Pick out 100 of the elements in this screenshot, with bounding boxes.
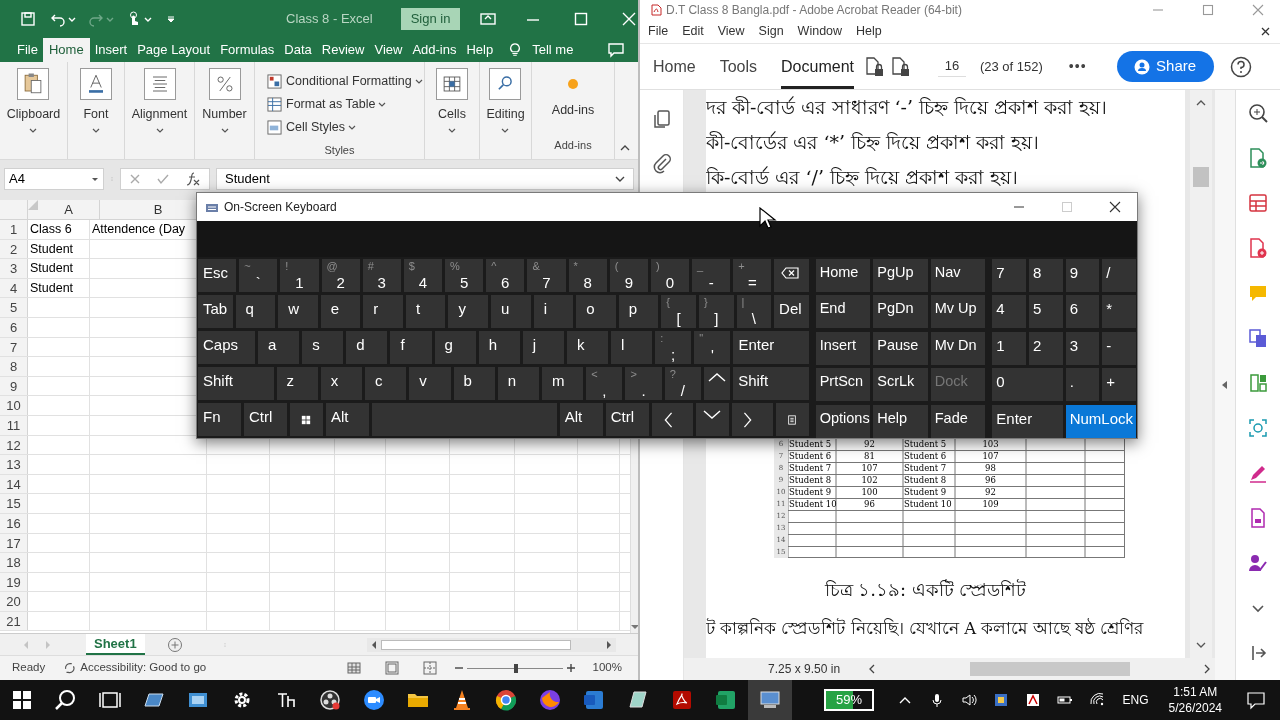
ribbon-tab[interactable]: Formulas: [215, 38, 280, 62]
keyboard-key[interactable]: 2: [1029, 331, 1063, 365]
keyboard-key[interactable]: ~ `: [239, 259, 278, 292]
keyboard-key[interactable]: w: [278, 295, 318, 328]
ribbon-menu-button[interactable]: Conditional Formatting: [267, 70, 423, 93]
keyboard-key[interactable]: 1: [992, 331, 1026, 365]
ribbon-tab[interactable]: Home: [42, 38, 90, 62]
more-button[interactable]: •••: [1068, 56, 1087, 77]
column-header[interactable]: A: [38, 200, 100, 219]
keyboard-key[interactable]: +: [1102, 368, 1136, 402]
ribbon-button[interactable]: Number: [202, 68, 247, 134]
ribbon-tab[interactable]: Insert: [89, 38, 133, 62]
keyboard-key[interactable]: 5: [1029, 295, 1063, 329]
row-header[interactable]: 5: [0, 298, 28, 317]
keyboard-key[interactable]: Esc: [198, 259, 237, 292]
keyboard-key[interactable]: 3: [1065, 331, 1100, 365]
row-header[interactable]: 3: [0, 259, 28, 278]
keyboard-key[interactable]: l: [611, 331, 653, 364]
keyboard-key[interactable]: b: [453, 367, 495, 400]
language-indicator[interactable]: ENG: [1122, 691, 1149, 709]
keyboard-key[interactable]: | \: [736, 295, 772, 328]
formula-field[interactable]: Student: [216, 168, 634, 190]
keyboard-key[interactable]: ScrLk: [873, 368, 928, 402]
row-header[interactable]: 13: [0, 455, 28, 474]
tell-me-button[interactable]: Tell me: [530, 38, 576, 62]
keyboard-key[interactable]: g: [434, 331, 476, 364]
keyboard-key[interactable]: p: [618, 295, 659, 328]
keyboard-key[interactable]: End: [815, 295, 871, 329]
menu-item[interactable]: Help: [856, 22, 882, 41]
keyboard-key[interactable]: PrtScn: [815, 368, 871, 402]
ribbon-button[interactable]: Clipboard: [6, 68, 61, 134]
keyboard-key[interactable]: o: [576, 295, 616, 328]
app-tab[interactable]: Home: [653, 44, 696, 89]
keyboard-key[interactable]: n: [497, 367, 539, 400]
keyboard-key[interactable]: u: [491, 295, 531, 328]
app-tab[interactable]: Tools: [719, 44, 758, 89]
keyboard-key[interactable]: Del: [774, 295, 809, 328]
row-header[interactable]: 18: [0, 553, 28, 572]
keyboard-key[interactable]: e: [320, 295, 361, 328]
keyboard-key[interactable]: s: [302, 331, 344, 364]
page-number-field[interactable]: 16: [937, 56, 966, 77]
keyboard-key[interactable]: z: [276, 367, 318, 400]
keyboard-key[interactable]: # 3: [362, 259, 401, 292]
keyboard-key[interactable]: " ': [694, 331, 731, 364]
keyboard-key[interactable]: c: [365, 367, 407, 400]
keyboard-key[interactable]: Alt: [559, 403, 603, 436]
keyboard-key[interactable]: Caps: [198, 331, 255, 364]
keyboard-key[interactable]: 6: [1065, 295, 1100, 329]
keyboard-key[interactable]: t: [405, 295, 446, 328]
keyboard-key[interactable]: y: [448, 295, 489, 328]
name-box[interactable]: A4: [4, 168, 104, 190]
keyboard-key[interactable]: Fade: [930, 404, 986, 438]
ribbon-tab[interactable]: File: [12, 38, 43, 62]
keyboard-key[interactable]: Nav: [930, 259, 986, 292]
menu-item[interactable]: File: [648, 22, 669, 41]
row-header[interactable]: 20: [0, 592, 28, 611]
ribbon-tab[interactable]: Page Layout: [132, 38, 216, 62]
keyboard-key[interactable]: ! 1: [280, 259, 319, 292]
keyboard-key[interactable]: ) 0: [650, 259, 690, 292]
ribbon-menu-button[interactable]: Format as Table: [267, 92, 387, 116]
keyboard-key[interactable]: _ -: [692, 259, 731, 292]
share-button[interactable]: Share: [1116, 51, 1214, 82]
keyboard-key[interactable]: f: [390, 331, 432, 364]
keyboard-key[interactable]: : ;: [655, 331, 692, 364]
keyboard-key[interactable]: m: [542, 367, 584, 400]
sign-in-button[interactable]: Sign in: [400, 8, 461, 30]
keyboard-key[interactable]: 0: [992, 368, 1063, 402]
keyboard-key[interactable]: Ctrl: [605, 403, 649, 436]
ribbon-button[interactable]: Alignment: [131, 68, 188, 134]
accessibility-status[interactable]: Accessibility: Good to go: [80, 659, 207, 677]
keyboard-key[interactable]: > .: [625, 367, 662, 400]
keyboard-key[interactable]: Options: [815, 404, 871, 438]
keyboard-key[interactable]: ( 9: [609, 259, 648, 292]
keyboard-key[interactable]: < ,: [586, 367, 623, 400]
keyboard-key[interactable]: ^ 6: [486, 259, 525, 292]
keyboard-key[interactable]: 4: [992, 295, 1026, 329]
keyboard-key[interactable]: @ 2: [321, 259, 360, 292]
keyboard-key[interactable]: v: [409, 367, 451, 400]
ribbon-button[interactable]: Add-ins: [551, 68, 595, 117]
ribbon-tab[interactable]: Add-ins: [407, 38, 462, 62]
keyboard-key[interactable]: j: [522, 331, 564, 364]
keyboard-key[interactable]: Home: [815, 259, 871, 292]
keyboard-key[interactable]: Shift: [733, 367, 809, 400]
keyboard-key[interactable]: r: [363, 295, 403, 328]
keyboard-key[interactable]: -: [1102, 331, 1136, 365]
ribbon-button[interactable]: Editing: [486, 68, 525, 134]
keyboard-key[interactable]: q: [235, 295, 276, 328]
keyboard-key[interactable]: PgDn: [873, 295, 928, 329]
keyboard-key[interactable]: Pause: [873, 331, 928, 365]
menu-item[interactable]: Sign: [758, 22, 784, 41]
keyboard-key[interactable]: Insert: [815, 331, 871, 365]
keyboard-key[interactable]: *: [1102, 295, 1136, 329]
keyboard-key[interactable]: .: [1065, 368, 1100, 402]
keyboard-key[interactable]: Enter: [992, 404, 1063, 438]
keyboard-key[interactable]: k: [566, 331, 608, 364]
ribbon-menu-button[interactable]: Cell Styles: [267, 115, 357, 139]
keyboard-key[interactable]: PgUp: [873, 259, 928, 292]
menu-item[interactable]: Edit: [682, 22, 704, 41]
sheet-tab[interactable]: Sheet1: [86, 634, 145, 655]
keyboard-key[interactable]: Mv Up: [930, 295, 986, 329]
